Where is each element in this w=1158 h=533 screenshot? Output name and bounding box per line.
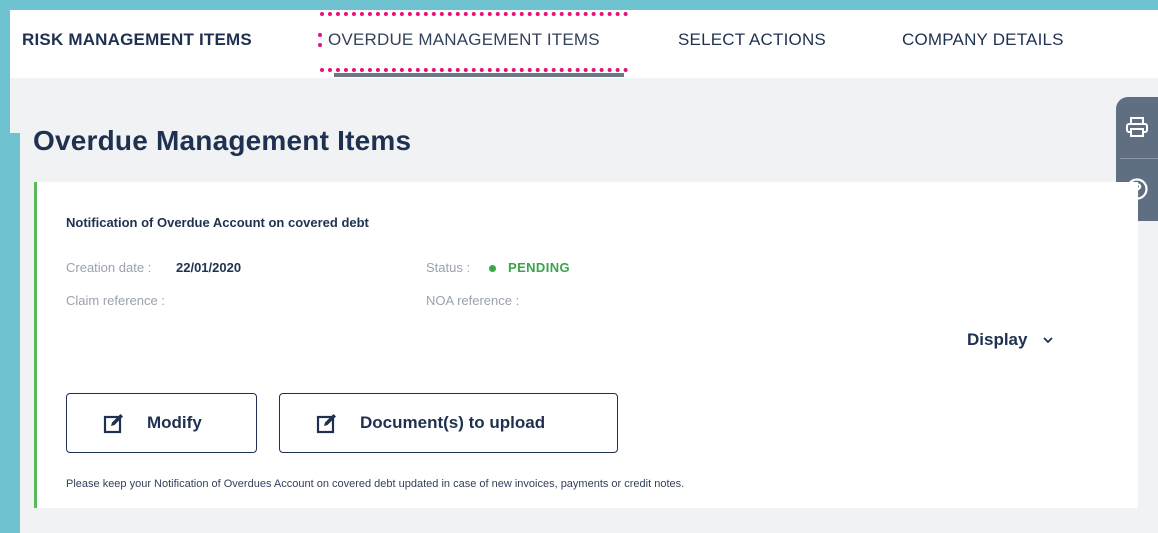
highlight-dot <box>318 43 322 47</box>
status-badge: PENDING <box>508 260 571 275</box>
print-icon <box>1126 117 1148 137</box>
modify-label: Modify <box>147 413 202 432</box>
page-title: Overdue Management Items <box>33 125 412 156</box>
status-label: Status : <box>426 260 471 275</box>
noa-reference-label: NOA reference : <box>426 293 520 308</box>
frame-top-border <box>0 0 1158 10</box>
tab-select-actions[interactable]: SELECT ACTIONS <box>678 30 826 50</box>
status-indicator-dot <box>489 265 496 272</box>
card-title: Notification of Overdue Account on cover… <box>66 215 369 230</box>
top-navigation: RISK MANAGEMENT ITEMS OVERDUE MANAGEMENT… <box>10 10 1158 78</box>
edit-icon <box>316 412 338 434</box>
footnote-text: Please keep your Notification of Overdue… <box>66 478 685 490</box>
creation-date-label: Creation date : <box>66 260 152 275</box>
overdue-notification-card: Notification of Overdue Account on cover… <box>34 182 1138 508</box>
highlight-dot <box>318 33 322 37</box>
display-label: Display <box>967 330 1028 349</box>
claim-reference-label: Claim reference : <box>66 293 165 308</box>
frame-left-border-top <box>0 0 10 133</box>
print-button[interactable] <box>1116 97 1158 157</box>
frame-left-border <box>0 133 20 533</box>
creation-date-value: 22/01/2020 <box>176 260 242 275</box>
documents-upload-button[interactable]: Document(s) to upload <box>279 393 618 453</box>
display-toggle[interactable]: Display <box>967 330 1054 350</box>
active-tab-indicator <box>334 73 624 77</box>
highlight-dotted-outline <box>320 12 628 72</box>
chevron-down-icon <box>1043 336 1054 344</box>
tab-company-details[interactable]: COMPANY DETAILS <box>902 30 1064 50</box>
edit-icon <box>103 412 125 434</box>
modify-button[interactable]: Modify <box>66 393 257 453</box>
documents-upload-label: Document(s) to upload <box>360 413 546 432</box>
tab-risk-management-items[interactable]: RISK MANAGEMENT ITEMS <box>22 30 252 50</box>
